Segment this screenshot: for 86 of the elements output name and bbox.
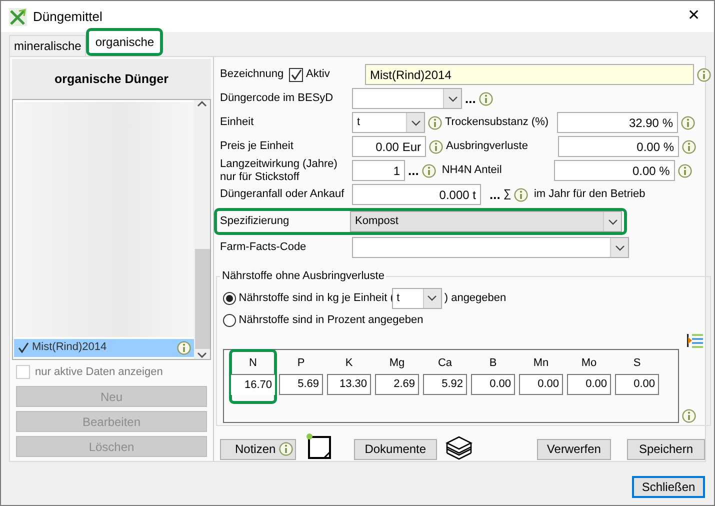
- input-field[interactable]: 1: [352, 160, 405, 181]
- input-field[interactable]: 2.69: [375, 374, 419, 395]
- close-button[interactable]: ✕: [674, 4, 714, 29]
- documents-button[interactable]: Dokumente: [354, 438, 438, 460]
- scrollbar[interactable]: [194, 100, 210, 359]
- tab[interactable]: mineralische: [9, 35, 86, 56]
- input-field[interactable]: 0.00: [519, 374, 563, 395]
- field-label: Düngeranfall oder Ankauf: [220, 188, 346, 201]
- checkbox[interactable]: [289, 68, 303, 82]
- field-label: Trockensubstanz (%): [445, 115, 550, 130]
- info-icon: [278, 442, 293, 456]
- scroll-down-icon[interactable]: [197, 350, 207, 359]
- caret-icon: [608, 218, 618, 224]
- info-icon: [678, 164, 692, 178]
- radio-label: ) angegeben: [444, 290, 506, 306]
- note-icon[interactable]: [306, 433, 332, 459]
- caret-icon: [614, 244, 624, 250]
- info-icon: [681, 116, 695, 130]
- input-field[interactable]: 0.00: [471, 374, 515, 395]
- input-field[interactable]: 0.00 %: [554, 160, 675, 181]
- field-label: Preis je Einheit: [220, 140, 294, 153]
- more-button[interactable]: ...: [465, 88, 476, 108]
- dropdown[interactable]: t: [352, 112, 425, 133]
- tab[interactable]: organische: [86, 28, 164, 56]
- window-title: Düngemittel: [33, 8, 102, 26]
- field-label: im Jahr für den Betrieb: [534, 187, 646, 202]
- field-label: Ausbringverluste: [446, 139, 529, 154]
- field-label: Einheit: [220, 116, 255, 129]
- radio-button[interactable]: [223, 314, 236, 326]
- input-field[interactable]: 0.00: [567, 374, 611, 395]
- radio-button[interactable]: [223, 292, 236, 304]
- checkbox-label: nur aktive Daten anzeigen: [35, 364, 163, 380]
- info-icon: [422, 164, 436, 178]
- dropdown[interactable]: Kompost: [350, 211, 622, 232]
- save-button[interactable]: Speichern: [626, 438, 705, 460]
- input-field[interactable]: 5.69: [279, 374, 323, 395]
- column-header: S: [633, 356, 641, 371]
- discard-button[interactable]: Verwerfen: [536, 438, 611, 460]
- input-field[interactable]: 0.00: [615, 374, 659, 395]
- input-field[interactable]: 32.90 %: [557, 112, 678, 133]
- info-icon: [682, 140, 696, 154]
- field-label: Langzeitwirkung (Jahre) nur für Stickstoff: [220, 158, 338, 184]
- info-icon: [682, 409, 696, 423]
- column-header: Ca: [438, 356, 452, 371]
- info-icon: [428, 116, 442, 130]
- caret-icon: [427, 295, 438, 301]
- app-icon: [9, 8, 27, 26]
- sum-button[interactable]: ∑: [503, 186, 512, 203]
- scroll-up-icon[interactable]: [197, 100, 207, 108]
- field-label: Farm-Facts-Code: [220, 241, 308, 254]
- input-field[interactable]: 0.00 %: [558, 136, 679, 157]
- input-field[interactable]: 0.000 t: [352, 184, 481, 205]
- info-icon: [177, 340, 191, 355]
- info-icon: [478, 92, 493, 106]
- radio-label: Nährstoffe sind in Prozent angegeben: [238, 312, 424, 328]
- field-label: Düngercode im BESyD: [220, 92, 334, 105]
- group-title: Nährstoffe ohne Ausbringverluste: [220, 268, 386, 284]
- caret-icon: [448, 96, 458, 102]
- list-indent-icon[interactable]: [686, 332, 704, 348]
- close-button[interactable]: Schließen: [632, 476, 705, 498]
- column-header: Mo: [581, 356, 597, 371]
- info-icon: [514, 188, 528, 202]
- checkmark-icon: [290, 68, 302, 80]
- input-field[interactable]: 0.00 Eur: [352, 136, 426, 157]
- caret-icon: [410, 120, 420, 126]
- column-header: B: [489, 356, 497, 371]
- field-label: NH4N Anteil: [442, 163, 503, 178]
- info-icon: [697, 68, 711, 82]
- info-icon: [429, 140, 443, 154]
- more-button[interactable]: ...: [408, 160, 419, 180]
- column-header: K: [345, 356, 353, 371]
- more-button[interactable]: ...: [490, 184, 500, 204]
- column-header: N: [249, 356, 257, 371]
- column-header: Mn: [533, 356, 549, 371]
- input-field[interactable]: 13.30: [327, 374, 371, 395]
- checkbox-label: Aktiv: [306, 67, 331, 82]
- column-header: Mg: [389, 356, 405, 371]
- input-field[interactable]: 16.70: [231, 374, 275, 395]
- input-field[interactable]: Mist(Rind)2014: [365, 64, 694, 85]
- list-heading: organische Dünger: [12, 59, 211, 99]
- column-header: P: [297, 356, 305, 371]
- field-label: Bezeichnung: [220, 67, 285, 82]
- input-field[interactable]: 5.92: [423, 374, 467, 395]
- list-item[interactable]: Mist(Rind)2014: [14, 338, 194, 357]
- field-label: Spezifizierung: [220, 215, 290, 228]
- notes-button[interactable]: Notizen: [220, 438, 296, 460]
